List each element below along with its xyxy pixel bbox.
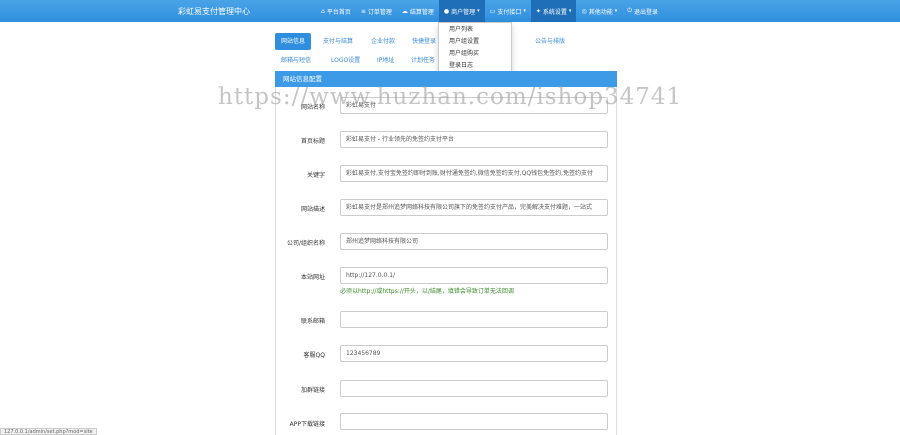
status-url-bar: 127.0.0.1/admin/set.php?mod=site [0, 428, 97, 435]
label-site-url: 本站网址 [300, 274, 325, 281]
nav-orders[interactable]: ≡ 订单管理 [356, 0, 397, 22]
home-icon: ⌂ [321, 7, 325, 15]
tab-cron[interactable]: 计划任务 [405, 52, 441, 69]
menu-item-login-log[interactable]: 登录日志 [439, 61, 511, 71]
label-home-title: 首页标题 [300, 138, 325, 145]
tab-mail-sms[interactable]: 邮箱与短信 [275, 52, 317, 69]
menu-item-group-purchase[interactable]: 用户组购买 [439, 49, 511, 59]
label-app-download: APP下载链接 [289, 421, 325, 428]
power-icon: ⏻ [627, 7, 632, 14]
user-icon: ● [443, 7, 450, 15]
nav-home[interactable]: ⌂ 平台首页 [316, 0, 356, 22]
tab-company-pay[interactable]: 企业付款 [365, 33, 401, 50]
caret-down-icon: ▾ [568, 8, 572, 14]
nav-payment[interactable]: ▭ 支付接口 ▾ [485, 0, 531, 22]
watermark-text: https://www.huzhan.com/ishop34741 [218, 84, 683, 110]
tab-notice-layout[interactable]: 公告与排版 [529, 33, 571, 50]
menu-item-user-list[interactable]: 用户列表 [439, 25, 511, 35]
tab-quick-login[interactable]: 快捷登录 [406, 33, 442, 50]
nav-system[interactable]: ✦ 系统设置 ▾ [530, 0, 577, 22]
group-link-input[interactable] [340, 380, 608, 397]
label-group-link: 加群链接 [300, 387, 325, 394]
caret-down-icon: ▾ [614, 8, 618, 14]
site-url-input[interactable]: http://127.0.0.1/ [340, 267, 608, 284]
description-input[interactable]: 彩虹易支付是郑州追梦网络科技有限公司旗下的免签约支付产品，完美解决支付难题，一站… [340, 199, 608, 216]
keywords-input[interactable]: 彩虹易支付,支付宝免签约即时到账,财付通免签约,微信免签约支付,QQ钱包免签约,… [340, 165, 608, 182]
globe-icon: ◎ [581, 7, 587, 15]
app-title[interactable]: 彩虹易支付管理中心 [178, 6, 250, 17]
cloud-icon: ☁ [401, 7, 408, 15]
list-icon: ≡ [360, 7, 366, 15]
home-title-input[interactable]: 彩虹易支付 - 行业领先的免签约支付平台 [340, 131, 608, 148]
label-keywords: 关键字 [306, 172, 325, 179]
nav-logout[interactable]: ⏻ 退出登录 [622, 0, 663, 22]
contact-email-input[interactable] [340, 311, 608, 328]
top-navbar: 彩虹易支付管理中心 ⌂ 平台首页 ≡ 订单管理 ☁ 结算管理 ● 商户管理 ▾ ▭ 支付接口… [0, 0, 900, 22]
label-service-qq: 客服QQ [303, 352, 325, 359]
nav-settlement[interactable]: ☁ 结算管理 [397, 0, 439, 22]
label-description: 网站描述 [300, 206, 325, 213]
tab-logo[interactable]: LOGO设置 [325, 52, 366, 69]
company-name-input[interactable]: 郑州追梦网络科技有限公司 [340, 233, 608, 250]
label-company-name: 公司/组织名称 [286, 240, 325, 247]
nav-merchants[interactable]: ● 商户管理 ▾ [438, 0, 485, 22]
card-icon: ▭ [489, 7, 496, 15]
caret-down-icon: ▾ [523, 8, 526, 14]
merchant-dropdown-menu: 用户列表 用户组设置 用户组购买 登录日志 [438, 22, 512, 76]
site-url-hint: 必须以http://或https://开头，以/结尾，填错会导致订单无法回调 [340, 288, 514, 295]
menu-item-group-settings[interactable]: 用户组设置 [439, 37, 511, 47]
tab-site-info[interactable]: 网站信息 [275, 33, 312, 50]
tab-pay-settle[interactable]: 支付与结算 [317, 33, 359, 50]
nav-other[interactable]: ◎ 其他功能 ▾ [576, 0, 622, 22]
label-contact-email: 联系邮箱 [300, 318, 325, 325]
app-download-input[interactable] [340, 413, 608, 430]
caret-down-icon: ▾ [477, 8, 480, 14]
tab-ip[interactable]: IP地址 [371, 52, 400, 69]
main-nav: ⌂ 平台首页 ≡ 订单管理 ☁ 结算管理 ● 商户管理 ▾ ▭ 支付接口 ▾ ✦ 系统设置 ▾ ◎… [316, 0, 663, 22]
service-qq-input[interactable]: 123456789 [340, 345, 608, 362]
gear-icon: ✦ [535, 7, 541, 15]
